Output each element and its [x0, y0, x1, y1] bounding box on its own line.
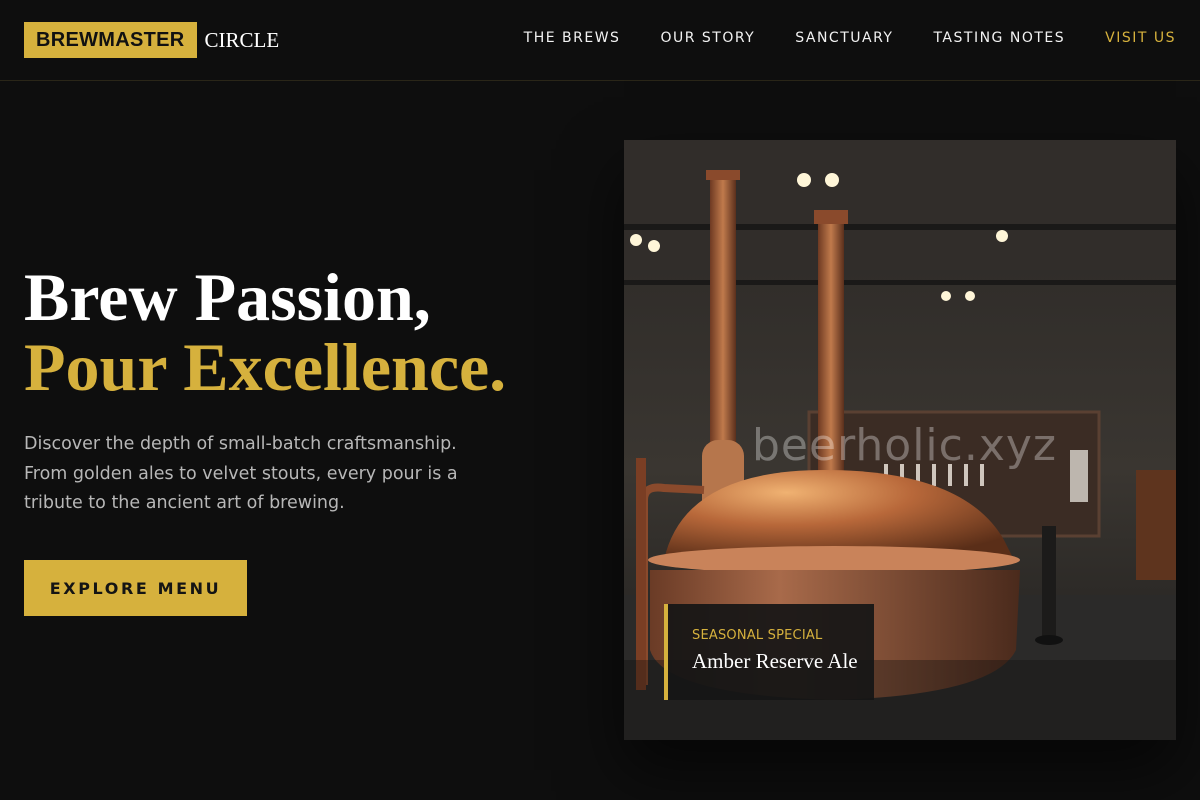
- nav-link-tasting-notes[interactable]: TASTING NOTES: [933, 30, 1065, 46]
- seasonal-special-tag: SEASONAL SPECIAL: [692, 628, 823, 643]
- hero-description: Discover the depth of small-batch crafts…: [24, 434, 458, 513]
- nav-link-visit-us[interactable]: VISIT US: [1105, 30, 1176, 46]
- seasonal-special-card[interactable]: SEASONAL SPECIAL Amber Reserve Ale: [664, 604, 874, 700]
- nav-link-sanctuary[interactable]: SANCTUARY: [795, 30, 893, 46]
- explore-menu-button[interactable]: EXPLORE MENU: [24, 560, 247, 616]
- nav-link-the-brews[interactable]: THE BREWS: [524, 30, 621, 46]
- brewhouse-photo: beerholic.xyz SEASONAL SPECIAL Amber Res…: [624, 140, 1176, 740]
- watermark-text: beerholic.xyz: [752, 420, 1057, 471]
- hero-content: Brew Passion, Pour Excellence. Discover …: [24, 262, 584, 519]
- seasonal-special-name: Amber Reserve Ale: [692, 649, 858, 673]
- nav-link-our-story[interactable]: OUR STORY: [660, 30, 755, 46]
- main-menu: THE BREWS OUR STORY SANCTUARY TASTING NO…: [524, 30, 1176, 46]
- logo-primary: BREWMASTER: [24, 22, 197, 58]
- hero-title-line-2: Pour Excellence.: [24, 329, 507, 405]
- top-navigation: BREWMASTER CIRCLE THE BREWS OUR STORY SA…: [0, 0, 1200, 81]
- hero-title-line-1: Brew Passion,: [24, 259, 431, 335]
- logo-secondary: CIRCLE: [204, 27, 280, 52]
- brand-logo[interactable]: BREWMASTER CIRCLE: [24, 22, 279, 58]
